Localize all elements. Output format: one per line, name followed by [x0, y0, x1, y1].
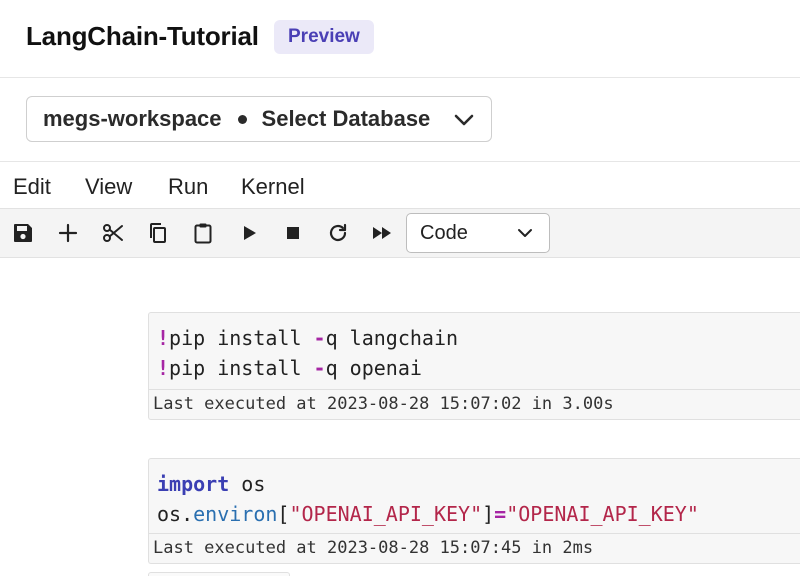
- cell-type-value: Code: [420, 222, 468, 244]
- copy-icon[interactable]: [146, 221, 170, 245]
- menu-kernel[interactable]: Kernel: [241, 174, 305, 200]
- notebook-toolbar: Code: [0, 208, 800, 258]
- cell-type-select[interactable]: Code: [406, 213, 550, 253]
- next-cell-edge: [148, 572, 290, 576]
- menu-view[interactable]: View: [85, 174, 132, 200]
- operator: -: [313, 326, 326, 350]
- code-editor[interactable]: !pip install -q langchain !pip install -q…: [149, 313, 800, 383]
- execution-status: Last executed at 2023-08-28 15:07:45 in …: [149, 533, 800, 563]
- stop-icon[interactable]: [281, 221, 305, 245]
- preview-badge: Preview: [274, 20, 374, 54]
- code-text: os.: [157, 502, 194, 526]
- string-literal: "OPENAI_API_KEY": [289, 502, 483, 526]
- menu-run[interactable]: Run: [168, 174, 208, 200]
- workspace-bar: megs-workspace Select Database: [0, 78, 800, 162]
- string-literal: "OPENAI_API_KEY": [506, 502, 699, 526]
- code-line: import os: [157, 469, 800, 499]
- separator-dot: [237, 114, 247, 124]
- cut-icon[interactable]: [101, 221, 125, 245]
- database-label: Select Database: [261, 106, 431, 131]
- code-text: q langchain: [325, 326, 459, 350]
- notebook-title: LangChain-Tutorial: [26, 21, 259, 51]
- notebook-header: LangChain-Tutorial Preview: [0, 0, 800, 78]
- bracket: [: [277, 502, 290, 526]
- execution-status: Last executed at 2023-08-28 15:07:02 in …: [149, 389, 800, 419]
- code-cell[interactable]: !pip install -q langchain !pip install -q…: [148, 312, 800, 420]
- code-line: !pip install -q langchain: [157, 323, 800, 353]
- operator: =: [494, 502, 507, 526]
- paste-icon[interactable]: [191, 221, 215, 245]
- magic-symbol: !: [157, 326, 170, 350]
- run-all-icon[interactable]: [370, 221, 394, 245]
- code-text: pip install: [169, 356, 314, 380]
- chevron-down-icon: [454, 114, 474, 126]
- code-line: os.environ["OPENAI_API_KEY"]="OPENAI_API…: [157, 499, 800, 529]
- code-text: q openai: [325, 356, 422, 380]
- code-text: pip install: [169, 326, 314, 350]
- code-editor[interactable]: import os os.environ["OPENAI_API_KEY"]="O…: [149, 459, 800, 529]
- code-cell[interactable]: import os os.environ["OPENAI_API_KEY"]="O…: [148, 458, 800, 564]
- attribute: environ: [193, 502, 278, 526]
- save-icon[interactable]: [11, 221, 35, 245]
- chevron-down-icon: [518, 229, 532, 237]
- bracket: ]: [482, 502, 495, 526]
- magic-symbol: !: [157, 356, 170, 380]
- workspace-name: megs-workspace: [43, 106, 222, 131]
- workspace-database-select[interactable]: megs-workspace Select Database: [26, 96, 492, 142]
- code-line: !pip install -q openai: [157, 353, 800, 383]
- run-icon[interactable]: [237, 221, 261, 245]
- keyword: import: [157, 472, 230, 496]
- operator: -: [313, 356, 326, 380]
- restart-icon[interactable]: [326, 221, 350, 245]
- menu-bar: Edit View Run Kernel: [0, 162, 800, 208]
- code-text: os: [229, 472, 266, 496]
- menu-edit[interactable]: Edit: [13, 174, 51, 200]
- add-icon[interactable]: [56, 221, 80, 245]
